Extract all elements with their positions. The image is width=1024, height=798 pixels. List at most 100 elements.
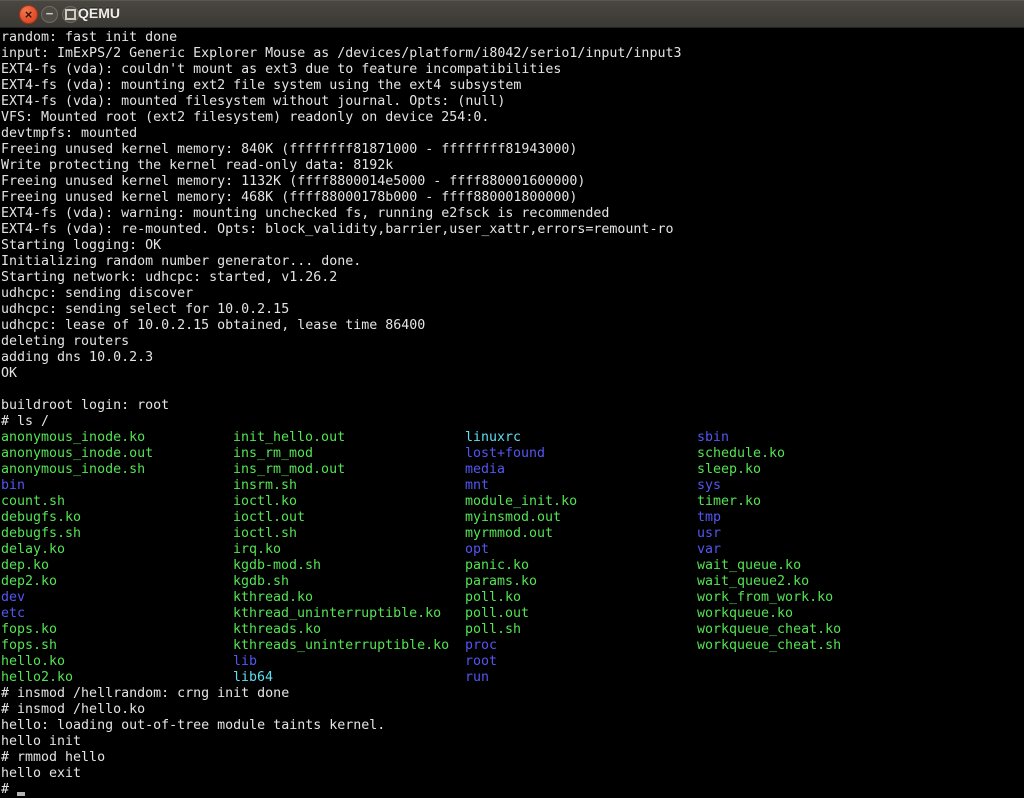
ls-output-row: anonymous_inode.shins_rm_mod.outmediasle…: [1, 462, 1024, 478]
symlink-entry: linuxrc: [465, 430, 521, 446]
console-line: hello init: [1, 734, 1024, 750]
file-entry: debugfs.sh: [1, 526, 81, 542]
console-line: Freeing unused kernel memory: 840K (ffff…: [1, 142, 1024, 158]
window-title: QEMU: [78, 5, 120, 21]
ls-output-row: anonymous_inode.outins_rm_modlost+founds…: [1, 446, 1024, 462]
directory-entry: run: [465, 670, 489, 686]
file-entry: delay.ko: [1, 542, 65, 558]
file-entry: ioctl.sh: [233, 526, 297, 542]
file-entry: anonymous_inode.sh: [1, 462, 145, 478]
file-entry: poll.sh: [465, 622, 521, 638]
file-entry: ioctl.ko: [233, 494, 297, 510]
file-entry: poll.out: [465, 606, 529, 622]
file-entry: dep2.ko: [1, 574, 57, 590]
file-entry: fops.ko: [1, 622, 57, 638]
file-entry: ioctl.out: [233, 510, 305, 526]
ls-output-row: dep2.kokgdb.shparams.kowait_queue2.ko: [1, 574, 1024, 590]
directory-entry: mnt: [465, 478, 489, 494]
ls-output-row: dep.ko kgdb-mod.sh panic.ko wait_queue.ko: [1, 558, 1024, 574]
ls-output-row: devkthread.kopoll.kowork_from_work.ko: [1, 590, 1024, 606]
ls-output-row: count.shioctl.komodule_init.kotimer.ko: [1, 494, 1024, 510]
maximize-button[interactable]: [62, 6, 79, 23]
file-entry: workqueue_cheat.ko: [697, 622, 841, 638]
file-entry: kthread_uninterruptible.ko: [233, 606, 441, 622]
console-line: udhcpc: sending select for 10.0.2.15: [1, 302, 1024, 318]
file-entry: ins_rm_mod.out: [233, 462, 345, 478]
console-line: Freeing unused kernel memory: 468K (ffff…: [1, 190, 1024, 206]
directory-entry: sbin: [697, 430, 729, 446]
ls-output-row: anonymous_inode.koinit_hello.outlinuxrcs…: [1, 430, 1024, 446]
console-line: # ls /: [1, 414, 1024, 430]
minimize-button[interactable]: −: [41, 6, 58, 23]
window-titlebar[interactable]: × − QEMU: [0, 0, 1024, 28]
directory-entry: lib: [233, 654, 257, 670]
file-entry: workqueue_cheat.sh: [697, 638, 841, 654]
file-entry: insrm.sh: [233, 478, 297, 494]
console-line: udhcpc: lease of 10.0.2.15 obtained, lea…: [1, 318, 1024, 334]
directory-entry: proc: [465, 638, 497, 654]
directory-entry: dev: [1, 590, 25, 606]
console-line: input: ImExPS/2 Generic Explorer Mouse a…: [1, 46, 1024, 62]
console-line: hello exit: [1, 766, 1024, 782]
file-entry: work_from_work.ko: [697, 590, 833, 606]
console-line: Starting logging: OK: [1, 238, 1024, 254]
symlink-entry: lib64: [233, 670, 273, 686]
console-line: EXT4-fs (vda): re-mounted. Opts: block_v…: [1, 222, 1024, 238]
directory-entry: tmp: [697, 510, 721, 526]
console-line: Starting network: udhcpc: started, v1.26…: [1, 270, 1024, 286]
file-entry: hello.ko: [1, 654, 65, 670]
console-line: VFS: Mounted root (ext2 filesystem) read…: [1, 110, 1024, 126]
close-icon: ×: [25, 8, 33, 21]
file-entry: ins_rm_mod: [233, 446, 313, 462]
directory-entry: lost+found: [465, 446, 545, 462]
file-entry: init_hello.out: [233, 430, 345, 446]
file-entry: kthread.ko: [233, 590, 313, 606]
directory-entry: sys: [697, 478, 721, 494]
console-line: deleting routers: [1, 334, 1024, 350]
file-entry: schedule.ko: [697, 446, 785, 462]
ls-output-row: etckthread_uninterruptible.kopoll.outwor…: [1, 606, 1024, 622]
file-entry: debugfs.ko: [1, 510, 81, 526]
ls-output-row: delay.ko irq.ko opt var: [1, 542, 1024, 558]
ls-output-row: debugfs.shioctl.shmyrmmod.outusr: [1, 526, 1024, 542]
file-entry: count.sh: [1, 494, 65, 510]
directory-entry: var: [697, 542, 721, 558]
file-entry: panic.ko: [465, 558, 529, 574]
console-line: # insmod /hello.ko: [1, 702, 1024, 718]
qemu-console[interactable]: random: fast init doneinput: ImExPS/2 Ge…: [0, 28, 1024, 796]
file-entry: kgdb-mod.sh: [233, 558, 321, 574]
console-line: udhcpc: sending discover: [1, 286, 1024, 302]
console-line: Freeing unused kernel memory: 1132K (fff…: [1, 174, 1024, 190]
ls-output-row: fops.kokthreads.kopoll.shworkqueue_cheat…: [1, 622, 1024, 638]
file-entry: kthreads_uninterruptible.ko: [233, 638, 449, 654]
console-line: EXT4-fs (vda): couldn't mount as ext3 du…: [1, 62, 1024, 78]
console-line: [1, 382, 1024, 398]
close-button[interactable]: ×: [19, 5, 38, 24]
console-line: hello: loading out-of-tree module taints…: [1, 718, 1024, 734]
file-entry: hello2.ko: [1, 670, 73, 686]
minimize-icon: −: [46, 7, 54, 20]
console-line: EXT4-fs (vda): mounted filesystem withou…: [1, 94, 1024, 110]
file-entry: dep.ko: [1, 558, 49, 574]
file-entry: wait_queue2.ko: [697, 574, 809, 590]
directory-entry: media: [465, 462, 505, 478]
console-line: adding dns 10.0.2.3: [1, 350, 1024, 366]
console-line: Initializing random number generator... …: [1, 254, 1024, 270]
file-entry: myrmmod.out: [465, 526, 553, 542]
console-line: EXT4-fs (vda): warning: mounting uncheck…: [1, 206, 1024, 222]
file-entry: irq.ko: [233, 542, 281, 558]
maximize-icon: [65, 9, 76, 20]
console-line: # rmmod hello: [1, 750, 1024, 766]
directory-entry: root: [465, 654, 497, 670]
file-entry: timer.ko: [697, 494, 761, 510]
file-entry: wait_queue.ko: [697, 558, 801, 574]
ls-output-row: debugfs.koioctl.outmyinsmod.outtmp: [1, 510, 1024, 526]
console-line: Write protecting the kernel read-only da…: [1, 158, 1024, 174]
console-line: random: fast init done: [1, 30, 1024, 46]
directory-entry: bin: [1, 478, 25, 494]
file-entry: workqueue.ko: [697, 606, 793, 622]
terminal-cursor: [17, 792, 25, 796]
directory-entry: opt: [465, 542, 489, 558]
file-entry: kgdb.sh: [233, 574, 289, 590]
console-line: buildroot login: root: [1, 398, 1024, 414]
